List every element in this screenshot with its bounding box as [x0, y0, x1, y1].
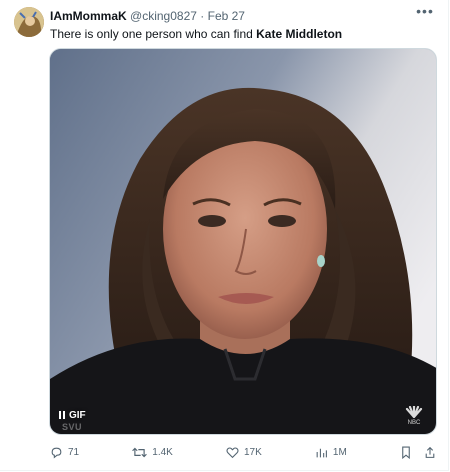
bookmark-button[interactable] [400, 446, 412, 459]
views-icon [316, 448, 327, 457]
handle[interactable]: @cking0827 [130, 9, 197, 23]
display-name[interactable]: IAmMommaK [50, 9, 127, 23]
nbc-logo: NBC [404, 404, 424, 426]
repost-icon [132, 447, 148, 457]
peacock-icon [405, 404, 423, 419]
tweet-actions: 71 1.4K 17K 1M [50, 444, 436, 460]
tweet-text: There is only one person who can find Ka… [50, 26, 342, 42]
meta-separator: · [200, 9, 205, 23]
like-button[interactable]: 17K [226, 446, 262, 459]
reply-button[interactable]: 71 [50, 446, 79, 459]
heart-icon [226, 446, 239, 458]
reply-count: 71 [68, 446, 80, 458]
pause-icon[interactable] [59, 411, 65, 419]
repost-button[interactable]: 1.4K [132, 446, 173, 459]
bookmark-icon [402, 446, 410, 459]
avatar-image [14, 7, 44, 37]
share-button[interactable] [424, 446, 436, 459]
tweet-text-prefix: There is only one person who can find [50, 27, 257, 41]
svu-watermark: SVU [62, 422, 83, 432]
tweet-header: IAmMommaK @cking0827 · Feb 27 [50, 8, 245, 24]
share-actions [400, 446, 436, 459]
reply-icon [51, 447, 62, 459]
like-count: 17K [243, 446, 262, 458]
tweet-card[interactable]: IAmMommaK @cking0827 · Feb 27 ••• There … [0, 0, 449, 471]
tweet-date[interactable]: Feb 27 [208, 9, 245, 23]
gif-media[interactable]: GIF SVU NBC [49, 48, 437, 435]
nbc-logo-text: NBC [407, 420, 421, 426]
tweet-text-bold: Kate Middleton [256, 27, 343, 41]
repost-count: 1.4K [152, 446, 173, 458]
avatar[interactable] [14, 7, 44, 37]
share-icon [425, 446, 435, 458]
views-button[interactable]: 1M [315, 446, 347, 459]
view-count: 1M [332, 446, 347, 458]
gif-frame-image [50, 49, 436, 434]
gif-label: GIF [69, 409, 86, 421]
more-horizontal-icon[interactable]: ••• [416, 4, 434, 20]
